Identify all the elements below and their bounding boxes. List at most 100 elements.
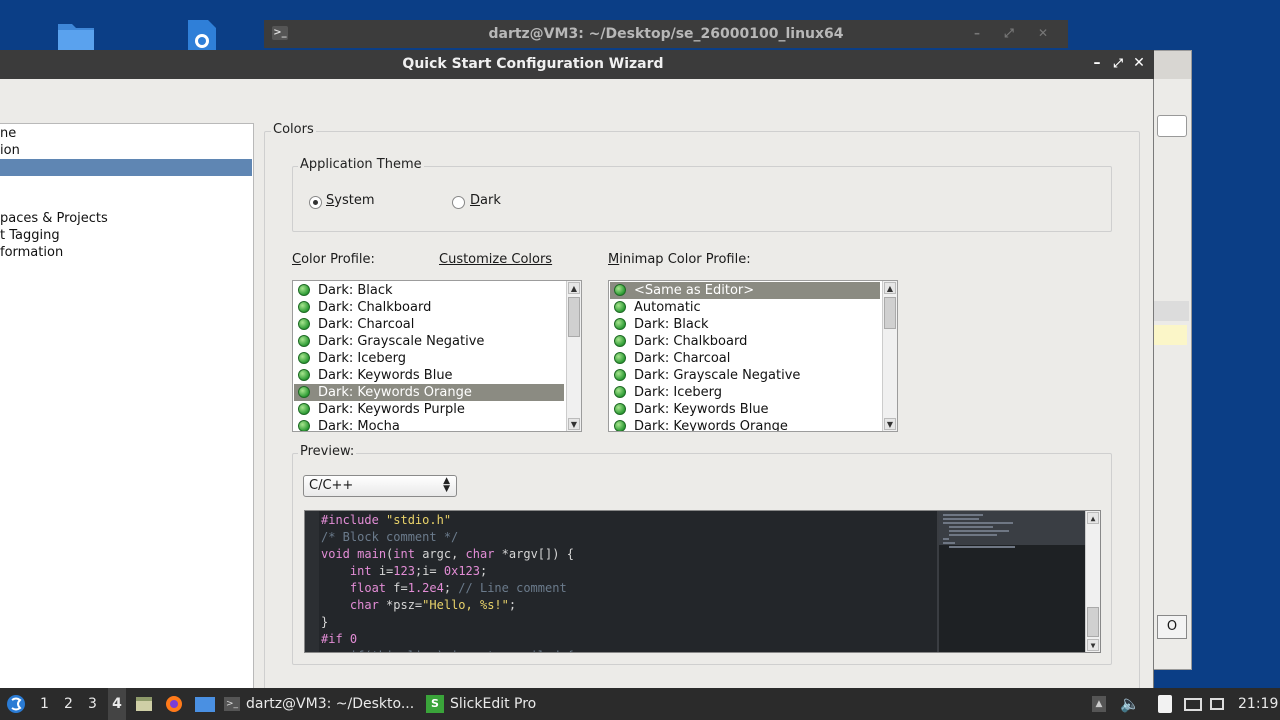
list-item-label: Dark: Charcoal (634, 351, 731, 366)
terminal-window-controls[interactable]: – ⤢ ✕ (974, 26, 1058, 41)
list-item[interactable]: Dark: Keywords Purple (294, 401, 564, 418)
nav-item[interactable]: paces & Projects (0, 210, 252, 227)
list-item[interactable]: Dark: Chalkboard (610, 333, 880, 350)
color-profile-icon (614, 284, 626, 296)
volume-icon[interactable]: 🔈 (1120, 688, 1140, 720)
start-menu-icon[interactable] (6, 688, 26, 720)
workspace-4-active[interactable]: 4 (108, 688, 126, 720)
theme-dark-radio[interactable] (452, 196, 465, 209)
scroll-down-icon[interactable]: ▼ (568, 418, 580, 430)
background-window: O (1150, 50, 1192, 670)
theme-system-radio[interactable] (309, 196, 322, 209)
code-scrollbar[interactable]: ▲ ▼ (1085, 511, 1100, 652)
scroll-thumb[interactable] (1087, 607, 1099, 637)
scroll-down-icon[interactable]: ▼ (1087, 639, 1099, 651)
scroll-up-icon[interactable]: ▲ (568, 282, 580, 294)
background-window-titlebar[interactable] (1151, 51, 1191, 79)
list-item[interactable]: Dark: Black (610, 316, 880, 333)
minimize-icon[interactable]: – (1088, 54, 1106, 72)
background-window-button[interactable]: O (1157, 615, 1187, 639)
color-profile-icon (298, 318, 310, 330)
minimap[interactable] (937, 511, 1087, 652)
color-profile-label: Color Profile: (292, 252, 375, 267)
workspace-2[interactable]: 2 (64, 688, 73, 720)
nav-item[interactable]: formation (0, 244, 252, 261)
list-item-label: Dark: Keywords Orange (634, 419, 788, 432)
scroll-up-icon[interactable]: ▲ (1087, 512, 1099, 524)
color-profile-icon (614, 369, 626, 381)
clipboard-icon[interactable] (1158, 688, 1172, 720)
minimap-profile-list[interactable]: <Same as Editor> Automatic Dark: Black D… (608, 280, 898, 432)
color-profile-icon (614, 420, 626, 431)
list-item[interactable]: Dark: Black (294, 282, 564, 299)
web-file-desktop-icon[interactable] (186, 20, 218, 50)
theme-system-label[interactable]: System (326, 193, 375, 208)
list-item-label: Dark: Keywords Orange (318, 385, 472, 400)
background-window-select[interactable] (1157, 115, 1187, 137)
scroll-thumb[interactable] (884, 297, 896, 329)
task-slickedit[interactable]: S SlickEdit Pro (426, 688, 536, 720)
color-profile-icon (298, 420, 310, 431)
scroll-up-icon[interactable]: ▲ (884, 282, 896, 294)
folder-launcher-icon[interactable] (194, 688, 216, 720)
list-item[interactable]: Dark: Grayscale Negative (610, 367, 880, 384)
minimap-line (949, 526, 993, 528)
close-icon[interactable]: ✕ (1130, 54, 1148, 72)
terminal-titlebar[interactable]: >_ dartz@VM3: ~/Desktop/se_26000100_linu… (264, 20, 1068, 48)
clock[interactable]: 21:19 (1238, 688, 1278, 720)
workspace-3[interactable]: 3 (88, 688, 97, 720)
file-manager-launcher-icon[interactable] (134, 688, 154, 720)
customize-colors-link[interactable]: Customize Colors (439, 252, 552, 267)
color-profile-scrollbar[interactable]: ▲ ▼ (566, 281, 581, 431)
nav-item[interactable] (0, 193, 252, 210)
list-item[interactable]: Dark: Chalkboard (294, 299, 564, 316)
list-item-selected[interactable]: Dark: Keywords Orange (294, 384, 564, 401)
task-terminal[interactable]: >_ dartz@VM3: ~/Deskto... (224, 688, 414, 720)
terminal-title: dartz@VM3: ~/Desktop/se_26000100_linux64 (488, 26, 844, 42)
tray-arrow-icon[interactable]: ▲ (1092, 688, 1106, 720)
workspace-1[interactable]: 1 (40, 688, 49, 720)
scroll-thumb[interactable] (568, 297, 580, 337)
color-profile-icon (614, 403, 626, 415)
code-line: float f=1.2e4; // Line comment (349, 581, 567, 595)
nav-item[interactable]: t Tagging (0, 227, 252, 244)
list-item[interactable]: Automatic (610, 299, 880, 316)
list-item[interactable]: Dark: Mocha (294, 418, 564, 432)
color-profile-list[interactable]: Dark: Black Dark: Chalkboard Dark: Charc… (292, 280, 582, 432)
nav-item[interactable] (0, 176, 252, 193)
minimap-line (943, 542, 955, 544)
list-item[interactable]: Dark: Charcoal (294, 316, 564, 333)
network-icon[interactable] (1210, 688, 1224, 720)
code-line: #if 0 (321, 632, 358, 646)
wizard-nav-list[interactable]: ne ion paces & Projects t Tagging format… (0, 123, 254, 693)
nav-item[interactable]: ne (0, 125, 252, 142)
minimap-viewport[interactable] (939, 511, 1087, 545)
background-highlight-field (1153, 325, 1187, 345)
folder-desktop-icon[interactable] (56, 20, 96, 50)
list-item[interactable]: Dark: Keywords Orange (610, 418, 880, 432)
list-item[interactable]: Dark: Iceberg (610, 384, 880, 401)
code-gutter (305, 511, 319, 652)
minimap-line (943, 538, 949, 540)
minimap-profile-scrollbar[interactable]: ▲ ▼ (882, 281, 897, 431)
code-line: #include "stdio.h" (321, 513, 452, 527)
theme-dark-label[interactable]: Dark (470, 193, 501, 208)
list-item[interactable]: Dark: Keywords Blue (610, 401, 880, 418)
dialog-titlebar[interactable]: Quick Start Configuration Wizard – ⤢ ✕ (0, 50, 1154, 79)
theme-dark-text: Dark (470, 193, 501, 208)
nav-item[interactable]: ion (0, 142, 252, 159)
display-icon[interactable] (1184, 688, 1202, 720)
scroll-down-icon[interactable]: ▼ (884, 418, 896, 430)
maximize-icon[interactable]: ⤢ (1109, 54, 1127, 72)
firefox-launcher-icon[interactable] (164, 688, 184, 720)
preview-language-select[interactable]: C/C++ ▲ ▼ (303, 475, 457, 497)
list-item[interactable]: Dark: Charcoal (610, 350, 880, 367)
list-item[interactable]: Dark: Keywords Blue (294, 367, 564, 384)
nav-item-selected[interactable] (0, 159, 252, 176)
list-item[interactable]: Dark: Iceberg (294, 350, 564, 367)
list-item[interactable]: Dark: Grayscale Negative (294, 333, 564, 350)
code-line: if(this line) is not compiled { (321, 648, 574, 652)
list-item-selected[interactable]: <Same as Editor> (610, 282, 880, 299)
code-line: int i=123;i= 0x123; (349, 564, 488, 578)
list-item-label: Dark: Mocha (318, 419, 400, 432)
